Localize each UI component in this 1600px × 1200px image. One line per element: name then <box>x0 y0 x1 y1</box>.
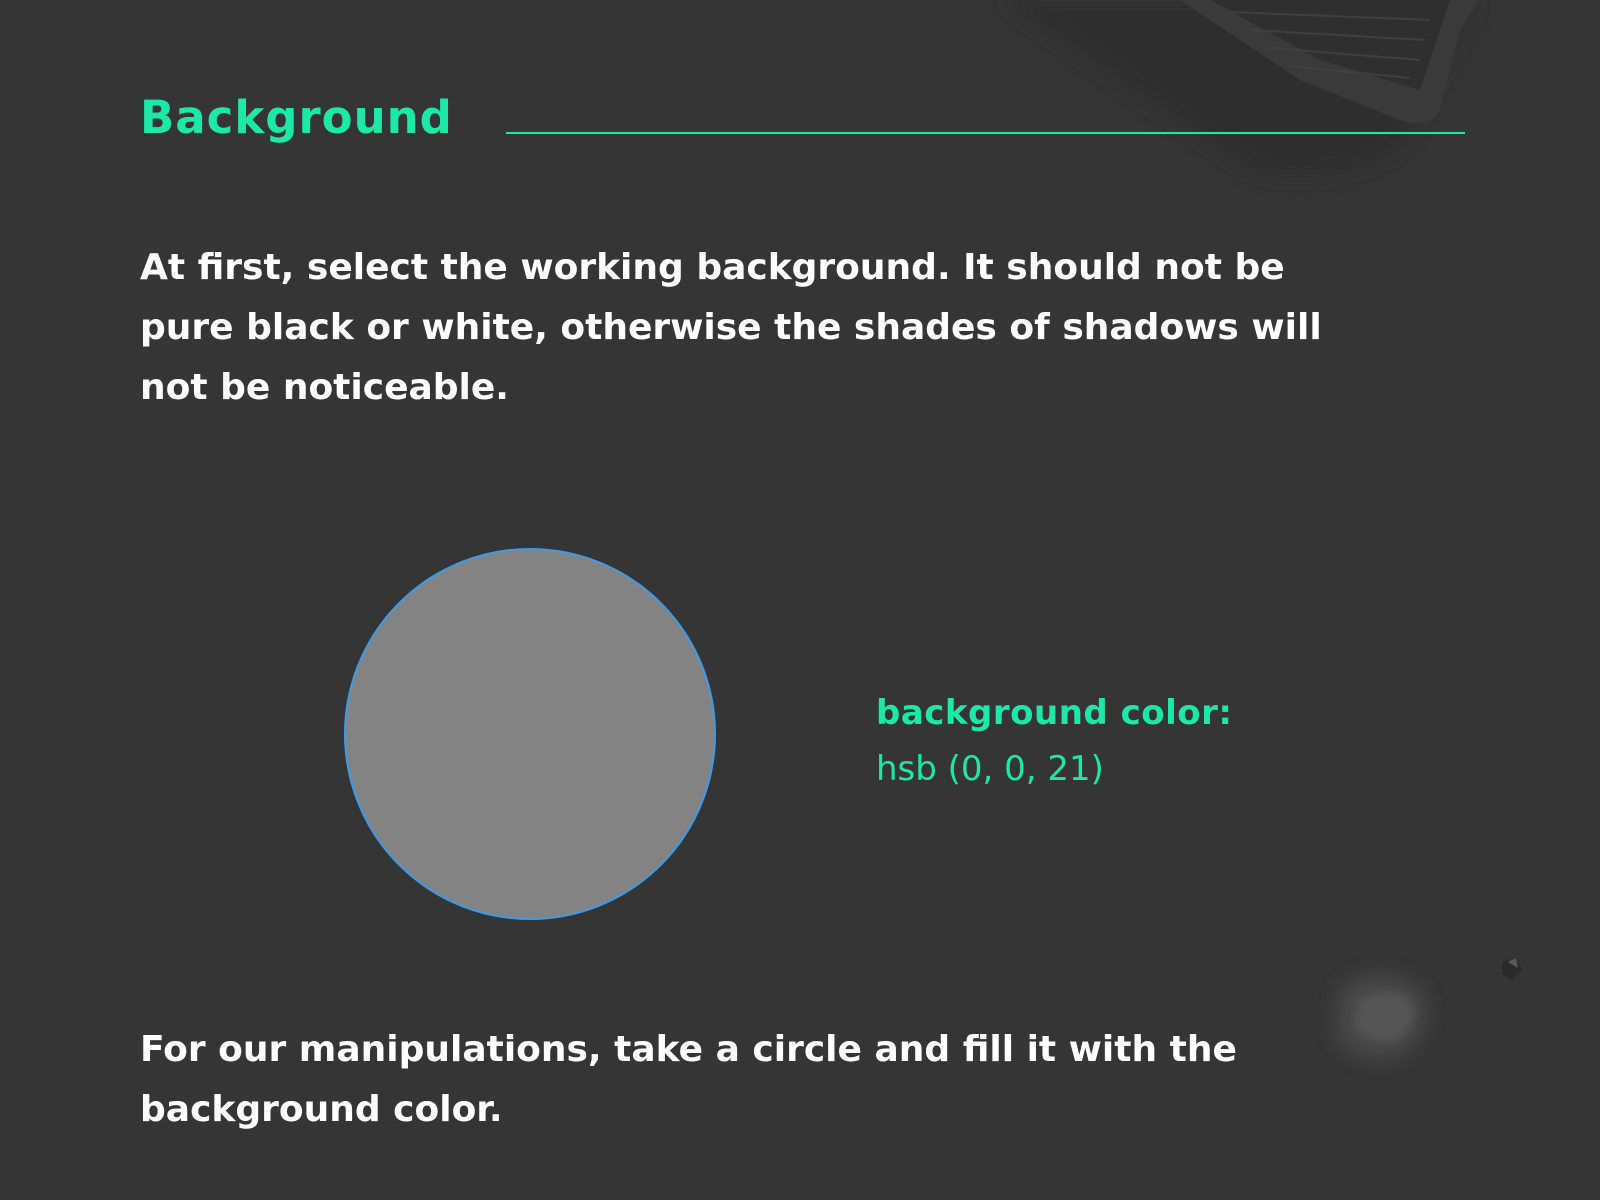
keyboard-keys-icon <box>1229 11 1431 79</box>
background-color-swatch-circle <box>344 548 716 920</box>
background-color-value: hsb (0, 0, 21) <box>876 749 1104 789</box>
title-divider <box>506 132 1465 134</box>
instruction-paragraph: For our manipulations, take a circle and… <box>140 1029 1237 1130</box>
section-title: Background <box>140 91 453 144</box>
intro-paragraph: At first, select the working background.… <box>140 247 1322 408</box>
background-color-label: background color: <box>876 693 1233 733</box>
